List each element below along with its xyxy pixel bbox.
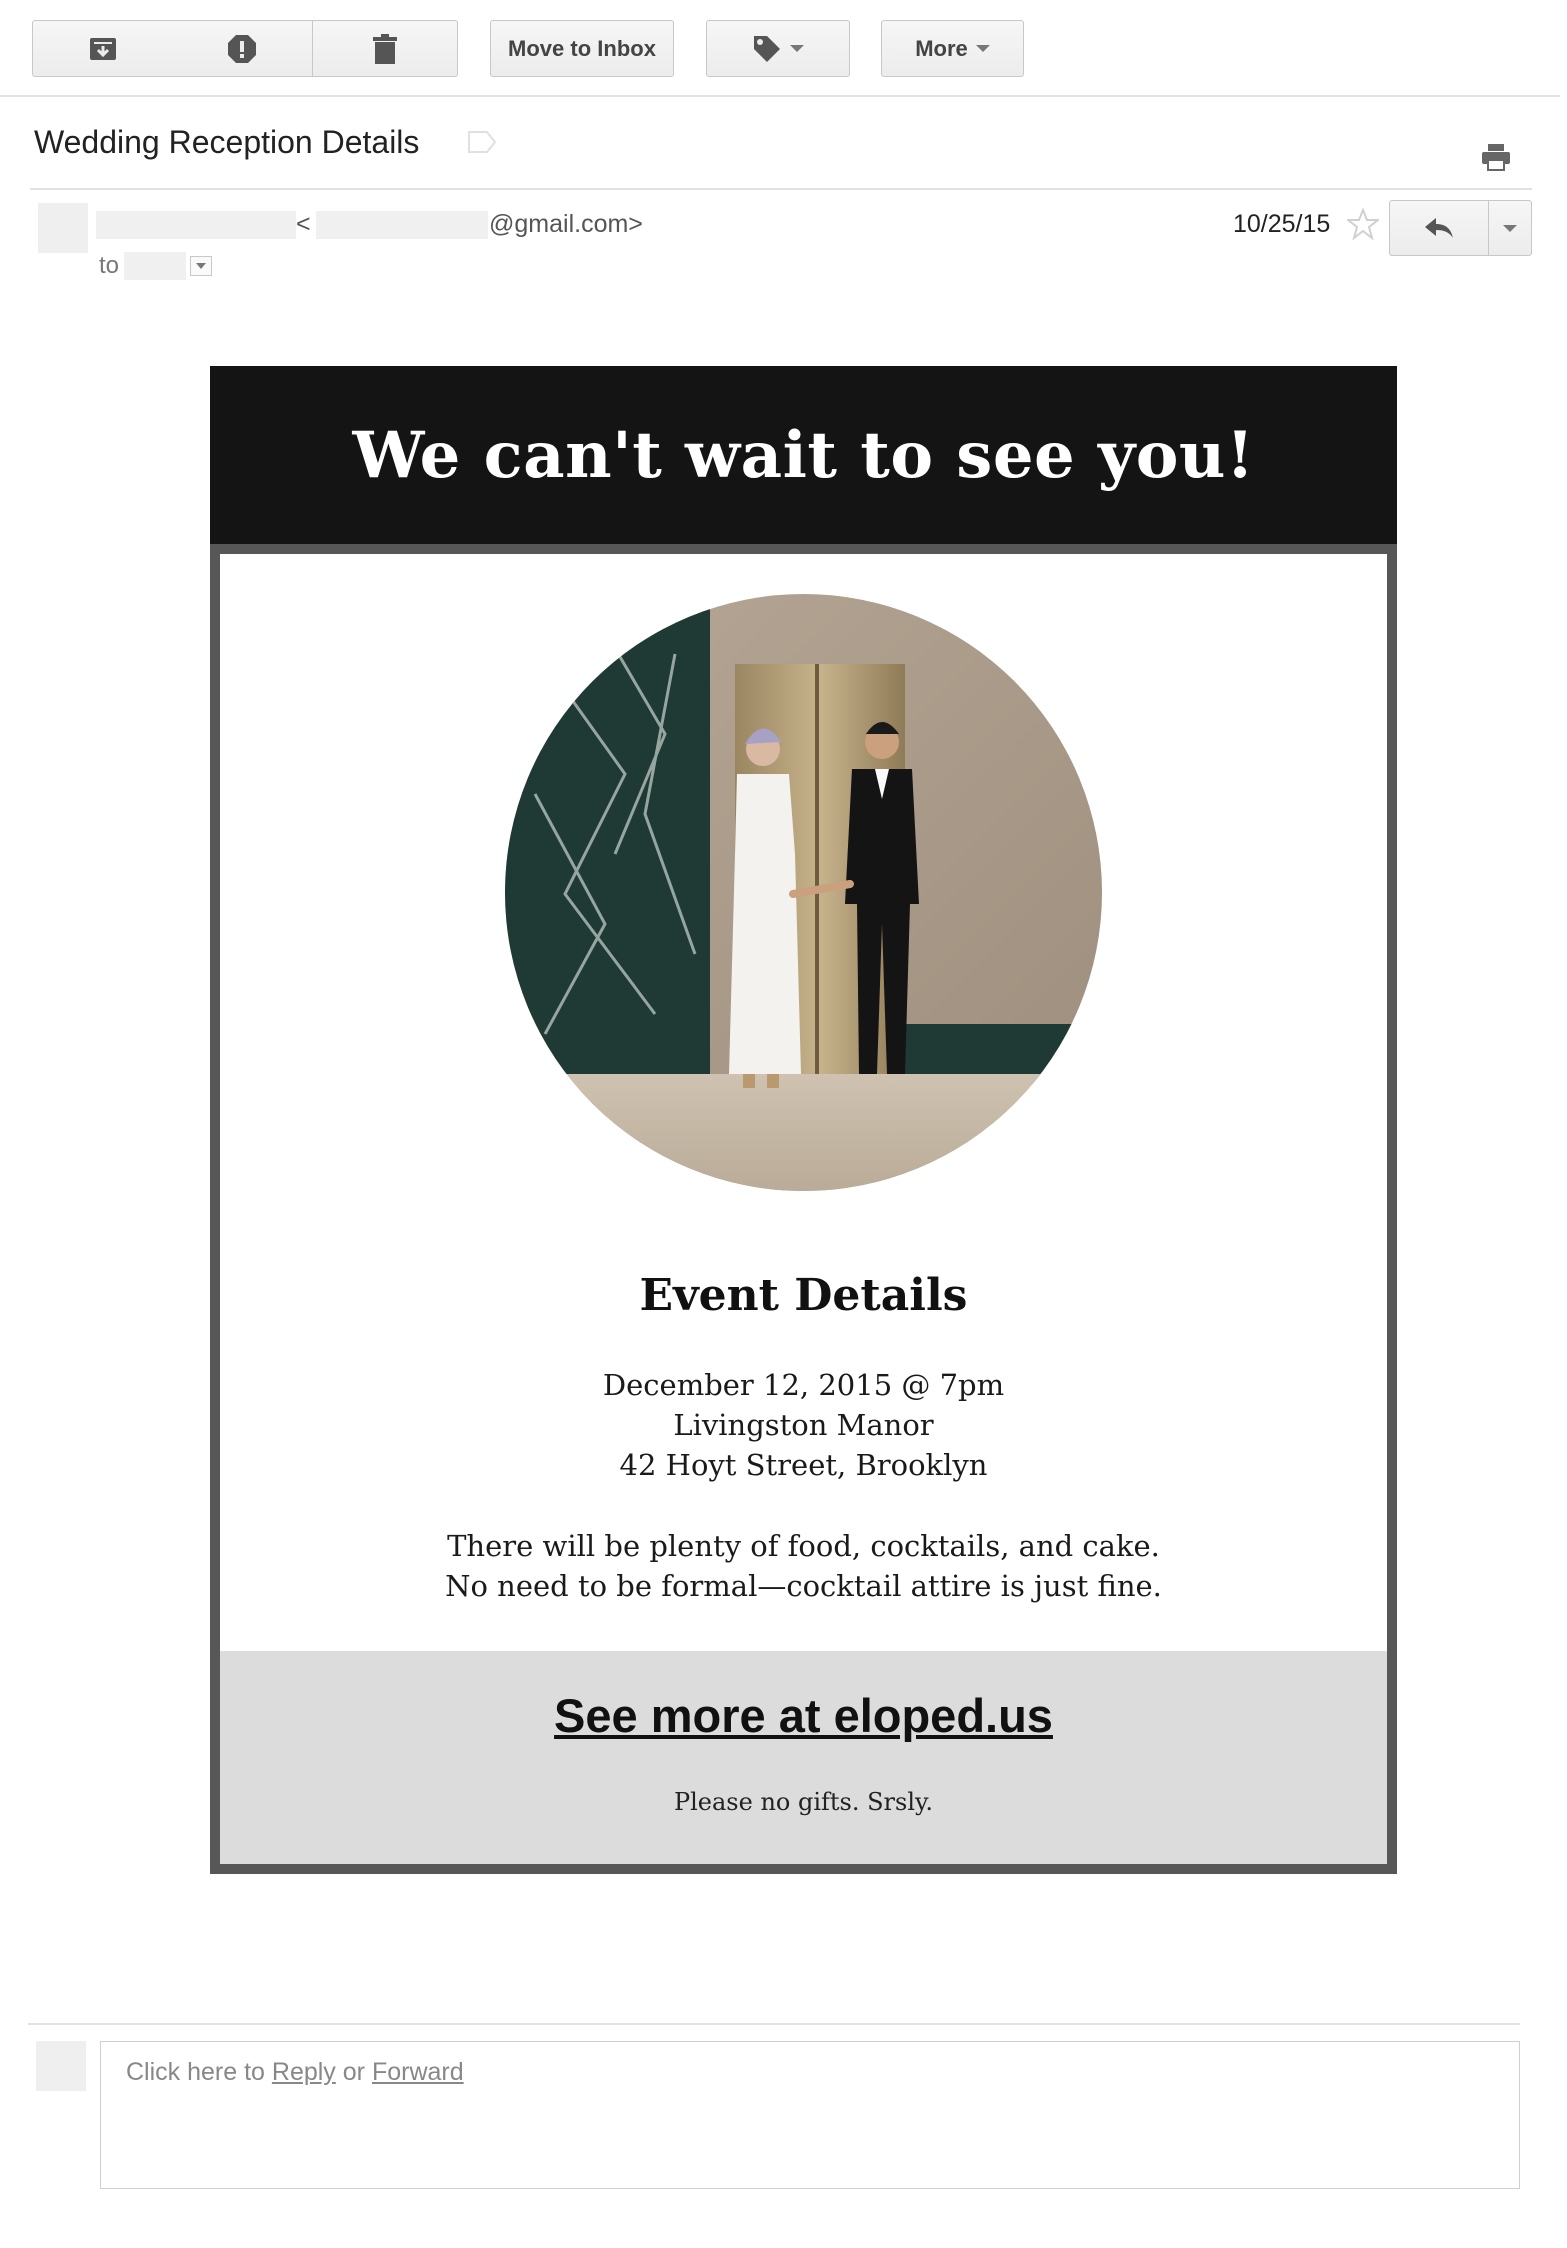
eloped-link-wrap: See more at eloped.us [220, 1688, 1387, 1743]
archive-button[interactable] [32, 20, 173, 77]
reply-prompt-prefix: Click here to [126, 2058, 272, 2086]
archive-icon [89, 37, 116, 60]
chevron-down-icon [196, 263, 206, 269]
report-spam-button[interactable] [172, 20, 313, 77]
sender-name-redacted [96, 211, 296, 239]
sender-avatar [38, 203, 88, 253]
report-spam-icon [228, 34, 256, 63]
sender-email-redacted [316, 211, 488, 239]
event-address: 42 Hoyt Street, Brooklyn [619, 1448, 988, 1482]
star-icon[interactable] [1347, 208, 1379, 240]
footer-note: Please no gifts. Srsly. [673, 1788, 934, 1816]
event-details-title: Event Details [639, 1270, 968, 1321]
reply-arrow-icon [1425, 218, 1453, 238]
couple-photo [505, 594, 1102, 1191]
event-note-line2: No need to be formal—cocktail attire is … [445, 1569, 1162, 1603]
label-tag-icon [754, 35, 780, 62]
message-date: 10/25/15 [1233, 210, 1331, 238]
event-note-line1: There will be plenty of food, cocktails,… [447, 1529, 1160, 1563]
trash-icon [373, 33, 397, 64]
reply-prompt: Click here to Reply or Forward [126, 2058, 464, 2087]
chevron-down-icon [975, 45, 990, 52]
my-avatar [36, 2041, 86, 2091]
forward-link[interactable]: Forward [372, 2058, 464, 2086]
reply-divider [28, 2023, 1520, 2025]
more-actions-dropdown[interactable] [1488, 200, 1532, 256]
move-to-inbox-button[interactable]: Move to Inbox [490, 20, 674, 77]
sender-email-domain: @gmail.com> [489, 210, 643, 238]
eloped-link[interactable]: See more at eloped.us [554, 1689, 1053, 1742]
chevron-down-icon [1503, 224, 1517, 232]
sender-email-open: < [296, 210, 311, 238]
event-date-line: December 12, 2015 @ 7pm [602, 1368, 1005, 1402]
important-marker-icon[interactable] [468, 131, 496, 153]
email-headline-banner: We can't wait to see you! [210, 366, 1397, 544]
email-subject: Wedding Reception Details [34, 124, 420, 160]
reply-button[interactable] [1389, 200, 1489, 256]
subject-divider [30, 188, 1532, 190]
more-label: More [915, 35, 968, 61]
delete-button[interactable] [313, 20, 458, 77]
event-venue: Livingston Manor [673, 1408, 934, 1442]
chevron-down-icon [790, 45, 804, 52]
labels-button[interactable] [706, 20, 850, 77]
move-to-inbox-label: Move to Inbox [508, 35, 656, 61]
print-icon[interactable] [1481, 143, 1511, 171]
details-dropdown[interactable] [190, 256, 212, 276]
email-headline: We can't wait to see you! [352, 417, 1255, 493]
more-button[interactable]: More [881, 20, 1024, 77]
to-label: to [99, 252, 120, 279]
reply-link[interactable]: Reply [272, 2058, 336, 2086]
recipient-redacted [124, 252, 186, 280]
email-card-footer [220, 1651, 1387, 1864]
toolbar-divider [0, 95, 1560, 97]
reply-prompt-or: or [335, 2058, 372, 2086]
